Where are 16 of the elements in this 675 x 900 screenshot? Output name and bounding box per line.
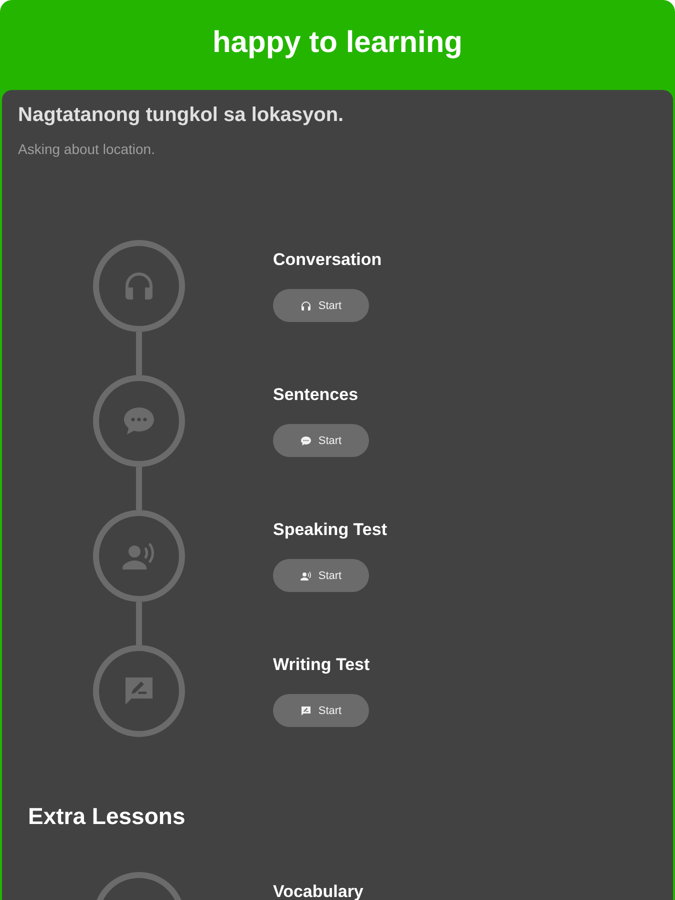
app-title: happy to learning bbox=[212, 26, 463, 60]
lesson-title: Nagtatanong tungkol sa lokasyon. bbox=[18, 104, 345, 127]
section-heading: Extra Lessons bbox=[28, 803, 186, 830]
edit-note-icon bbox=[300, 704, 312, 716]
step-title: Writing Test bbox=[273, 655, 370, 675]
start-button[interactable]: Start bbox=[273, 559, 369, 592]
headphones-icon bbox=[300, 300, 312, 312]
chat-bubble-icon bbox=[300, 434, 312, 446]
step-title: Speaking Test bbox=[273, 520, 387, 540]
speaking-person-icon bbox=[300, 570, 312, 582]
step-title: Conversation bbox=[273, 250, 382, 270]
start-button[interactable]: Start bbox=[273, 424, 369, 457]
start-button[interactable]: Start bbox=[273, 694, 369, 727]
start-button[interactable]: Start bbox=[273, 289, 369, 322]
lesson-subtitle: Asking about location. bbox=[18, 141, 156, 157]
step-title: Sentences bbox=[273, 385, 360, 405]
